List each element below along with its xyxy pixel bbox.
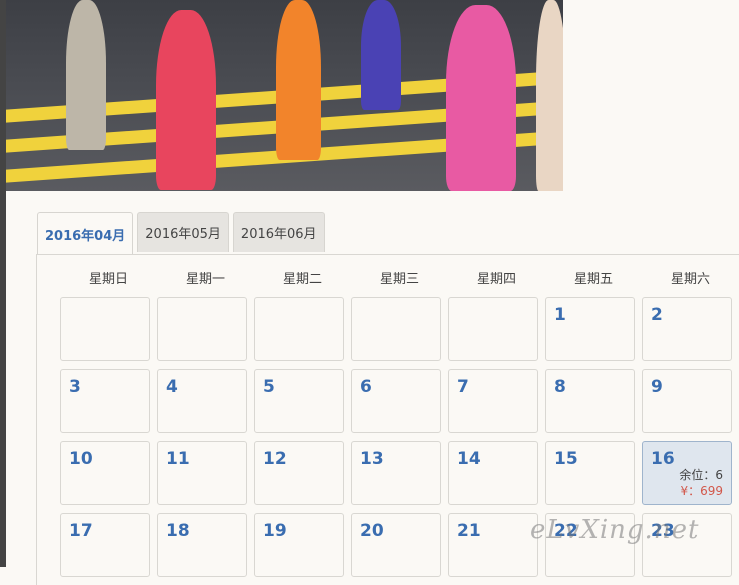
calendar-day-cell[interactable]: 16 余位：6 ¥：699 <box>642 441 732 505</box>
day-number: 6 <box>360 377 372 397</box>
calendar-empty-cell <box>351 297 441 361</box>
calendar-day-cell[interactable]: 7 <box>448 369 538 433</box>
day-number: 20 <box>360 521 384 541</box>
day-number: 19 <box>263 521 287 541</box>
calendar-day-cell[interactable]: 19 <box>254 513 344 577</box>
day-number: 10 <box>69 449 93 469</box>
calendar-day-cell[interactable]: 21 <box>448 513 538 577</box>
banner-photo <box>6 0 563 191</box>
day-number: 15 <box>554 449 578 469</box>
weekday-label: 星期二 <box>282 272 322 287</box>
calendar-day-cell[interactable]: 17 <box>60 513 150 577</box>
calendar-day-cell[interactable]: 3 <box>60 369 150 433</box>
calendar-day-cell[interactable]: 10 <box>60 441 150 505</box>
calendar-day-cell[interactable]: 6 <box>351 369 441 433</box>
day-number: 5 <box>263 377 275 397</box>
calendar-day-cell[interactable]: 11 <box>157 441 247 505</box>
weekday-label: 星期日 <box>88 272 128 287</box>
day-number: 18 <box>166 521 190 541</box>
calendar-empty-cell <box>254 297 344 361</box>
calendar-empty-cell <box>448 297 538 361</box>
day-number: 14 <box>457 449 481 469</box>
day-number: 3 <box>69 377 81 397</box>
weekday-label: 星期四 <box>476 272 516 287</box>
pedestrian-figure <box>446 5 516 191</box>
month-tab[interactable]: 2016年04月 <box>37 212 134 255</box>
calendar-empty-cell <box>157 297 247 361</box>
calendar-day-cell[interactable]: 15 <box>545 441 635 505</box>
price-label: ¥：699 <box>680 484 723 498</box>
day-number: 2 <box>651 305 663 325</box>
calendar-day-cell[interactable]: 5 <box>254 369 344 433</box>
calendar-day-cell[interactable]: 14 <box>448 441 538 505</box>
month-tab[interactable]: 2016年06月 <box>232 212 325 252</box>
day-number: 17 <box>69 521 93 541</box>
calendar-day-cell[interactable]: 8 <box>545 369 635 433</box>
day-number: 13 <box>360 449 384 469</box>
day-number: 12 <box>263 449 287 469</box>
day-number: 11 <box>166 449 190 469</box>
calendar-day-cell[interactable]: 12 <box>254 441 344 505</box>
day-number: 1 <box>554 305 566 325</box>
weekday-header: 星期日 星期一 星期二 星期三 星期四 星期五 星期六 <box>60 268 739 287</box>
calendar-day-cell[interactable]: 20 <box>351 513 441 577</box>
pedestrian-figure <box>276 0 321 160</box>
pedestrian-figure <box>66 0 106 150</box>
weekday-label: 星期六 <box>670 272 710 287</box>
weekday-label: 星期五 <box>573 272 613 287</box>
seats-remaining: 余位：6 <box>679 468 723 482</box>
pedestrian-figure <box>361 0 401 110</box>
day-number: 4 <box>166 377 178 397</box>
weekday-label: 星期一 <box>185 272 225 287</box>
day-number: 16 <box>651 449 675 469</box>
day-number: 8 <box>554 377 566 397</box>
pedestrian-figure <box>156 10 216 190</box>
day-number: 9 <box>651 377 663 397</box>
calendar-day-cell[interactable]: 1 <box>545 297 635 361</box>
pedestrian-figure <box>536 0 563 191</box>
calendar-day-cell[interactable]: 4 <box>157 369 247 433</box>
month-tab[interactable]: 2016年05月 <box>137 212 229 252</box>
weekday-label: 星期三 <box>379 272 419 287</box>
day-number: 7 <box>457 377 469 397</box>
calendar-day-cell[interactable]: 13 <box>351 441 441 505</box>
calendar-day-cell[interactable]: 18 <box>157 513 247 577</box>
calendar-day-cell[interactable]: 9 <box>642 369 732 433</box>
calendar-day-cell[interactable]: 2 <box>642 297 732 361</box>
day-number: 21 <box>457 521 481 541</box>
watermark: eLvXing.net <box>530 515 700 545</box>
calendar-empty-cell <box>60 297 150 361</box>
month-tabs: 2016年04月 2016年05月 2016年06月 <box>37 212 325 255</box>
